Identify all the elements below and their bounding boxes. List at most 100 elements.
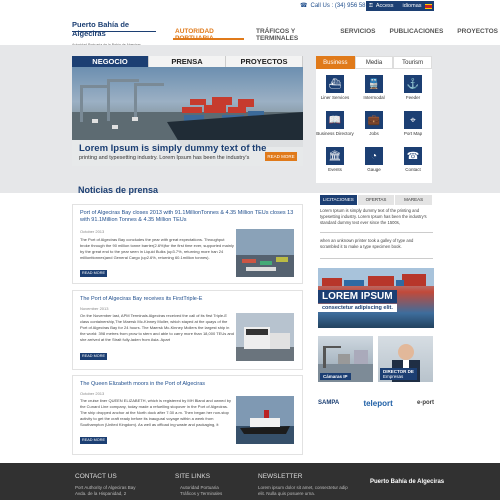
book-icon: 📖 [326,111,344,129]
nav-servicios[interactable]: SERVICIOS [338,28,377,40]
site-logo[interactable]: Puerto Bahía de Algeciras Autoridad Port… [72,20,156,47]
news-item: The Queen Elizabeth moors in the Port of… [72,375,303,455]
footer-links-heading: SITE LINKS [175,473,211,480]
right-tabs: LICITACIONES OFERTAS MAREAS [320,195,433,205]
phone-icon: ☎ [300,3,308,9]
port-map-button[interactable]: ⌖ Port Map [394,111,432,136]
footer-newsletter-text: elit. Nulla quis posuere urna. [258,491,316,496]
logo-title: Puerto Bahía de Algeciras [72,20,130,38]
news-title-link[interactable]: The Port of Algeciras Bay receives its F… [80,296,300,303]
divider [320,232,433,233]
jobs-button[interactable]: 💼 Jobs [355,111,393,136]
hero-text: printing and typesetting industry. Lorem… [79,155,250,161]
map-pin-icon: ⌖ [404,111,422,129]
briefcase-icon: 💼 [365,111,383,129]
hero-caption: Lorem Ipsum is simply dummy text of the … [72,140,303,166]
feeder-button[interactable]: ⚓ Feeder [394,75,432,100]
tab-tourism[interactable]: Tourism [393,56,433,69]
tab-negocio[interactable]: NEGOCIO [72,56,149,67]
licitaciones-text-2: when an unknown printer took a galley of… [320,238,414,249]
footer-link-traficos[interactable]: Tráficos y Terminales [180,491,222,497]
news-title-link[interactable]: Port of Algeciras Bay closes 2013 with 9… [80,210,300,224]
news-body: The Port of Algeciras Bay concludes the … [80,237,234,260]
side-tabs: Business Media Tourism [316,56,433,69]
icon-label: Intermodal [363,95,385,100]
director-link[interactable]: DIRECTOR DE Empresas [378,336,433,382]
business-directory-button[interactable]: 📖 Business Directory [316,111,354,136]
read-more-button[interactable]: READ MORE [80,437,107,444]
icon-label: Business Directory [316,131,354,136]
partner-logos: SAMPA teleport e-port [318,393,434,413]
main-nav: AUTORIDAD PORTUARIA TRÁFICOS Y TERMINALE… [173,28,500,42]
hero-title: Lorem Ipsum is simply dummy text of the [79,143,267,154]
nav-autoridad-portuaria[interactable]: AUTORIDAD PORTUARIA [173,28,244,42]
nav-traficos-terminales[interactable]: TRÁFICOS Y TERMINALES [254,28,328,42]
news-date: November 2013 [80,306,109,311]
promo-banner[interactable]: LOREM IPSUM consectetur adipiscing elit. [318,268,434,328]
icon-label: Jobs [369,131,379,136]
column-icon: 🏛 [326,147,344,165]
sampa-logo[interactable]: SAMPA [318,400,339,406]
news-title-link[interactable]: The Queen Elizabeth moors in the Port of… [80,381,300,388]
news-date: October 2013 [80,229,105,234]
read-more-button[interactable]: READ MORE [80,353,107,360]
tab-mareas[interactable]: MAREAS [395,195,433,205]
news-item: The Port of Algeciras Bay receives its F… [72,290,303,370]
teleport-logo[interactable]: teleport [363,399,392,408]
news-body: On the November last, APM Terminals Alge… [80,313,235,342]
director-sub: Empresas [383,374,404,379]
director-label: DIRECTOR DE Empresas [380,368,417,380]
lock-icon: ⚿ [369,3,373,9]
eport-logo[interactable]: e-port [417,400,434,406]
news-image [236,229,294,277]
icon-label: Contact [405,167,421,172]
flag-icon[interactable] [424,3,432,9]
gauge-icon: ◔ [365,147,383,165]
cameras-label: Cámaras IP [320,373,351,380]
read-more-button[interactable]: READ MORE [80,270,107,277]
promo-subtitle: consectetur adipiscing elit. [318,304,397,312]
icon-label: Gauge [367,167,381,172]
licitaciones-text: Lorem Ipsum is simply dummy text of the … [320,208,427,225]
news-date: October 2013 [80,391,105,396]
phone-icon: ☎ [404,147,422,165]
access-link[interactable]: Access [376,3,394,9]
divider [320,258,433,259]
hero-slider[interactable]: Lorem Ipsum is simply dummy text of the … [72,67,303,166]
tab-licitaciones[interactable]: LICITACIONES [320,195,357,205]
icon-label: Events [328,167,342,172]
tab-media[interactable]: Media [354,56,394,69]
content-tabs: NEGOCIO PRENSA PROYECTOS [72,56,303,67]
gauge-button[interactable]: ◔ Gauge [355,147,393,172]
ship-icon: ⛴ [326,75,344,93]
boat-icon: ⚓ [404,75,422,93]
top-bar: ☎ Call Us : (34) 956 58 54 00 ⚿ Access i… [0,0,500,12]
icon-label: Liner Services [320,95,350,100]
icon-label: Feeder [405,95,421,100]
news-body: The cruise liner QUEEN ELIZABETH, which … [80,398,231,427]
liner-services-button[interactable]: ⛴ Liner Services [316,75,354,100]
section-title: Noticias de prensa [78,185,159,195]
ip-cameras-link[interactable]: Cámaras IP [318,336,373,382]
contact-button[interactable]: ☎ Contact [394,147,432,172]
tab-prensa[interactable]: PRENSA [149,56,226,67]
language-select[interactable]: idiomas [403,3,422,9]
news-item: Port of Algeciras Bay closes 2013 with 9… [72,204,303,284]
promo-title: LOREM IPSUM [318,290,397,303]
footer-contact-line: Avda. de la Hispanidad, 2 [75,491,127,496]
nav-proyectos[interactable]: PROYECTOS [455,28,500,40]
footer-logo[interactable]: Puerto Bahía de Algeciras [370,479,444,485]
intermodal-button[interactable]: 🚆 Intermodal [355,75,393,100]
service-icon-panel: ⛴ Liner Services 🚆 Intermodal ⚓ Feeder 📖… [316,69,432,183]
train-icon: 🚆 [365,75,383,93]
tab-ofertas[interactable]: OFERTAS [357,195,395,205]
news-image [236,396,294,444]
footer-newsletter-heading: NEWSLETTER [258,473,303,480]
footer: CONTACT US Port Authority of Algeciras B… [0,463,500,500]
hero-read-more-button[interactable]: READ MORE [265,152,297,161]
events-button[interactable]: 🏛 Events [316,147,354,172]
icon-label: Port Map [403,131,423,136]
tab-business[interactable]: Business [316,56,355,69]
tab-proyectos[interactable]: PROYECTOS [226,56,303,67]
nav-publicaciones[interactable]: PUBLICACIONES [387,28,445,40]
